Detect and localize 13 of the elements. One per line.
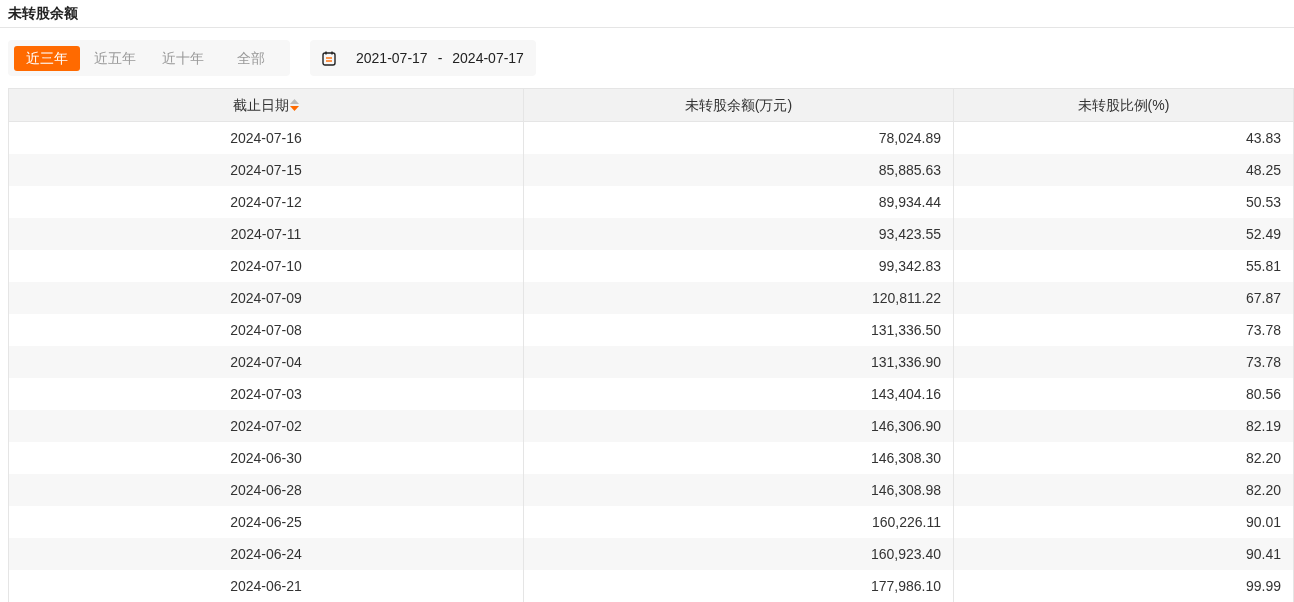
end-date: 2024-07-17 [452,48,524,68]
start-date: 2021-07-17 [356,48,428,68]
column-header[interactable]: 截止日期 [9,89,524,121]
section-title: 未转股余额 [8,4,78,23]
table-cell: 177,986.10 [524,570,954,602]
calendar-icon [322,50,336,66]
date-range-picker[interactable]: 2021-07-17 - 2024-07-17 [310,40,536,76]
date-separator: - [437,48,443,68]
sort-icon[interactable] [290,99,299,111]
column-header[interactable]: 未转股比例(%) [954,89,1294,121]
column-header[interactable]: 未转股余额(万元) [524,89,954,121]
table-cell: 99.99 [954,570,1294,602]
table-cell: 2024-06-21 [9,570,524,602]
